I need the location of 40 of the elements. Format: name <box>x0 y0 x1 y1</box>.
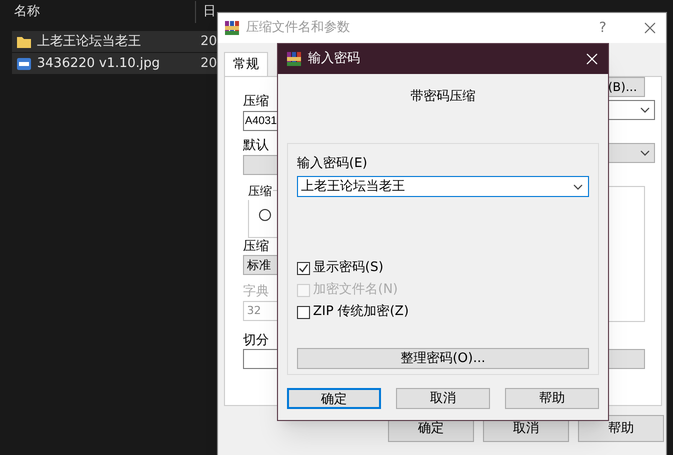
dialog-button[interactable]: 取消 <box>396 388 490 408</box>
window-title: 输入密码 <box>308 50 361 68</box>
organize-passwords-button[interactable]: 整理密码(O)... <box>297 348 589 369</box>
radio-button[interactable] <box>259 209 271 221</box>
dialog-button[interactable]: 帮助 <box>505 388 599 408</box>
text-field[interactable] <box>243 349 279 369</box>
checkbox-label[interactable]: 显示密码(S) <box>313 258 384 278</box>
app-icon <box>286 51 302 67</box>
password-field[interactable]: 上老王论坛当老王 <box>297 176 589 197</box>
folder-icon <box>16 34 32 48</box>
column-header[interactable]: 名称 <box>14 2 195 22</box>
column-header[interactable]: 日 <box>203 2 216 22</box>
group-label: 压缩 <box>247 182 273 200</box>
file-row[interactable]: 3436220 v1.10.jpg 20 <box>12 53 217 74</box>
field-label: 压缩 <box>243 93 269 111</box>
field-label: 压缩 <box>243 238 269 256</box>
text-field[interactable]: A4031 <box>243 111 279 131</box>
field-label: 默认 <box>243 137 269 155</box>
checkbox-label[interactable]: ZIP 传统加密(Z) <box>313 302 409 322</box>
help-button[interactable]: ? <box>599 18 606 38</box>
dialog-heading: 带密码压缩 <box>410 88 476 106</box>
field-label: 切分 <box>243 332 269 350</box>
checkbox[interactable] <box>297 306 310 318</box>
file-name: 3436220 v1.10.jpg <box>37 54 161 73</box>
window-title: 压缩文件名和参数 <box>246 19 351 38</box>
checkbox[interactable] <box>297 262 310 274</box>
app-icon <box>224 20 240 36</box>
tab[interactable]: 常规 <box>224 52 268 76</box>
field-label: 输入密码(E) <box>297 154 368 172</box>
file-row[interactable]: 上老王论坛当老王 20 <box>12 31 217 52</box>
checkbox-label: 加密文件名(N) <box>313 281 398 300</box>
file-date: 20 <box>200 54 217 73</box>
dropdown[interactable]: 标准 <box>243 255 279 275</box>
field-label: 字典 <box>243 283 269 301</box>
image-file-icon <box>16 56 32 72</box>
dialog-button[interactable]: 确定 <box>287 388 381 408</box>
browse-button[interactable]: (B)... <box>607 77 645 97</box>
file-name: 上老王论坛当老王 <box>37 32 142 51</box>
file-date: 20 <box>200 32 217 51</box>
dialog-button[interactable]: 帮助 <box>578 415 664 442</box>
